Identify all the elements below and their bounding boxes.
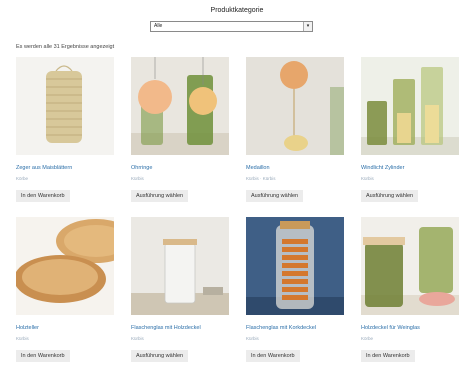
add-to-cart-button[interactable]: In den Warenkorb xyxy=(361,350,415,362)
select-options-button[interactable]: Ausführung wählen xyxy=(361,190,419,202)
product-image[interactable] xyxy=(131,217,229,315)
product-card: Flaschenglas mit Korkdeckel Kürbis In de… xyxy=(246,217,344,362)
product-title[interactable]: Flaschenglas mit Holzdeckel xyxy=(131,325,201,331)
product-title[interactable]: Medaillon xyxy=(246,165,270,171)
category-select[interactable]: Alle ▾ xyxy=(150,21,313,32)
product-title[interactable]: Zeger aus Maisblättern xyxy=(16,165,72,171)
product-image[interactable] xyxy=(16,217,114,315)
product-category[interactable]: Körbe xyxy=(361,336,373,341)
product-card: Flaschenglas mit Holzdeckel Kürbis Ausfü… xyxy=(131,217,229,362)
add-to-cart-button[interactable]: In den Warenkorb xyxy=(246,350,300,362)
product-card: Medaillon Kürbis · Kürbis Ausführung wäh… xyxy=(246,57,344,202)
product-title[interactable]: Holzdeckel für Weinglas xyxy=(361,325,420,331)
select-options-button[interactable]: Ausführung wählen xyxy=(131,350,189,362)
product-image[interactable] xyxy=(246,57,344,155)
product-category[interactable]: Kürbis xyxy=(16,336,29,341)
result-count: Es werden alle 31 Ergebnisse angezeigt xyxy=(16,44,115,50)
select-options-button[interactable]: Ausführung wählen xyxy=(131,190,189,202)
product-title[interactable]: Ohrringe xyxy=(131,165,152,171)
product-card: Holzteller Kürbis In den Warenkorb xyxy=(16,217,114,362)
category-select-value: Alle xyxy=(154,23,163,29)
product-card: Ohrringe Kürbis Ausführung wählen xyxy=(131,57,229,202)
product-card: Holzdeckel für Weinglas Körbe In den War… xyxy=(361,217,459,362)
product-card: Zeger aus Maisblättern Körbe In den Ware… xyxy=(16,57,114,202)
product-image[interactable] xyxy=(16,57,114,155)
product-category[interactable]: Kürbis xyxy=(131,176,144,181)
product-title[interactable]: Windlicht Zylinder xyxy=(361,165,404,171)
product-image[interactable] xyxy=(246,217,344,315)
product-category[interactable]: Kürbis · Kürbis xyxy=(246,176,276,181)
category-filter-title: Produktkategorie xyxy=(210,7,264,14)
product-image[interactable] xyxy=(131,57,229,155)
product-category[interactable]: Körbe xyxy=(16,176,28,181)
select-options-button[interactable]: Ausführung wählen xyxy=(246,190,304,202)
product-image[interactable] xyxy=(361,217,459,315)
product-title[interactable]: Flaschenglas mit Korkdeckel xyxy=(246,325,316,331)
product-card: Windlicht Zylinder Kürbis Ausführung wäh… xyxy=(361,57,459,202)
add-to-cart-button[interactable]: In den Warenkorb xyxy=(16,350,70,362)
product-image[interactable] xyxy=(361,57,459,155)
chevron-down-icon[interactable]: ▾ xyxy=(303,22,312,31)
add-to-cart-button[interactable]: In den Warenkorb xyxy=(16,190,70,202)
product-title[interactable]: Holzteller xyxy=(16,325,39,331)
product-category[interactable]: Kürbis xyxy=(246,336,259,341)
product-category[interactable]: Kürbis xyxy=(131,336,144,341)
product-category[interactable]: Kürbis xyxy=(361,176,374,181)
